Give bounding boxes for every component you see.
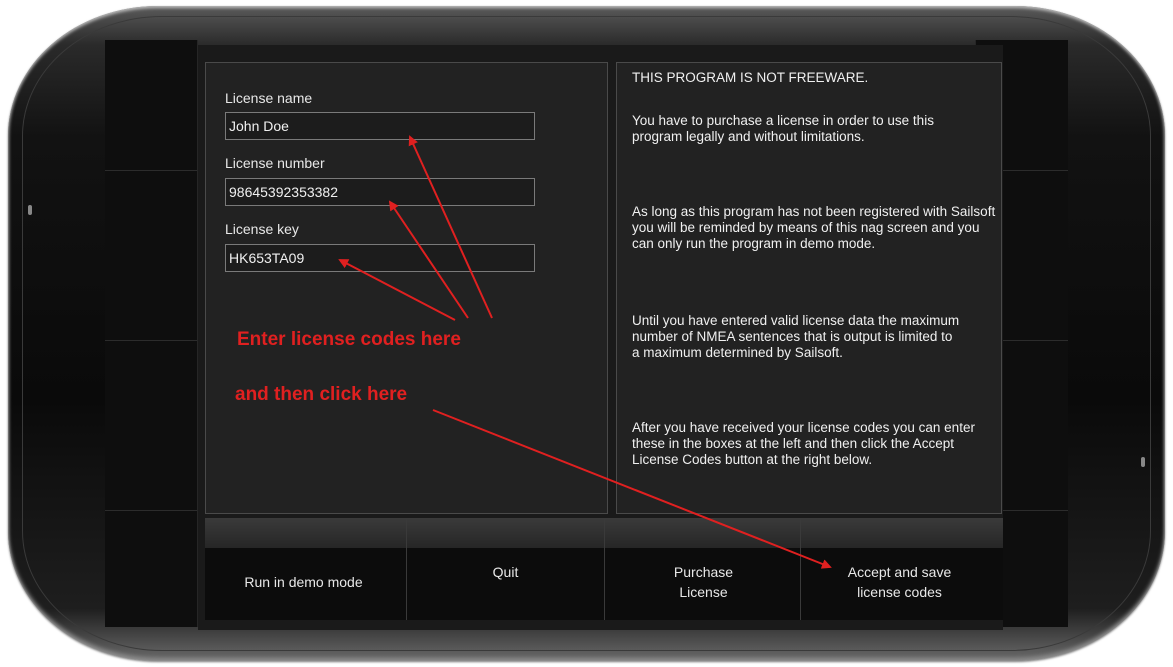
license-number-label: License number [225,155,325,171]
info-paragraph-1: You have to purchase a license in order … [632,113,934,144]
info-paragraph-2: As long as this program has not been reg… [632,204,996,251]
license-key-label: License key [225,221,299,237]
bezel-segment [105,170,197,171]
device-side-notch-left [28,205,32,215]
license-number-input[interactable] [225,178,535,206]
annotation-enter-codes: Enter license codes here [237,329,461,350]
info-paragraph-3: Until you have entered valid license dat… [632,313,960,360]
purchase-license-label: Purchase License [673,564,734,600]
run-demo-label: Run in demo mode [244,574,363,590]
license-key-input[interactable] [225,244,535,272]
license-name-input[interactable] [225,112,535,140]
quit-button[interactable]: Quit [407,518,604,620]
info-title: THIS PROGRAM IS NOT FREEWARE. [632,70,869,85]
info-paragraph-4: After you have received your license cod… [632,420,975,467]
accept-license-label: Accept and save license codes [847,564,952,600]
run-demo-button[interactable]: Run in demo mode [205,518,402,620]
accept-license-button[interactable]: Accept and save license codes [801,518,998,620]
bezel-segment [105,340,197,341]
purchase-license-button[interactable]: Purchase License [605,518,802,620]
bezel-segment [105,510,197,511]
license-name-label: License name [225,90,313,106]
left-bezel [105,40,198,627]
quit-label: Quit [492,564,519,580]
device-side-notch-right [1141,457,1145,467]
annotation-click-here: and then click here [235,384,408,405]
